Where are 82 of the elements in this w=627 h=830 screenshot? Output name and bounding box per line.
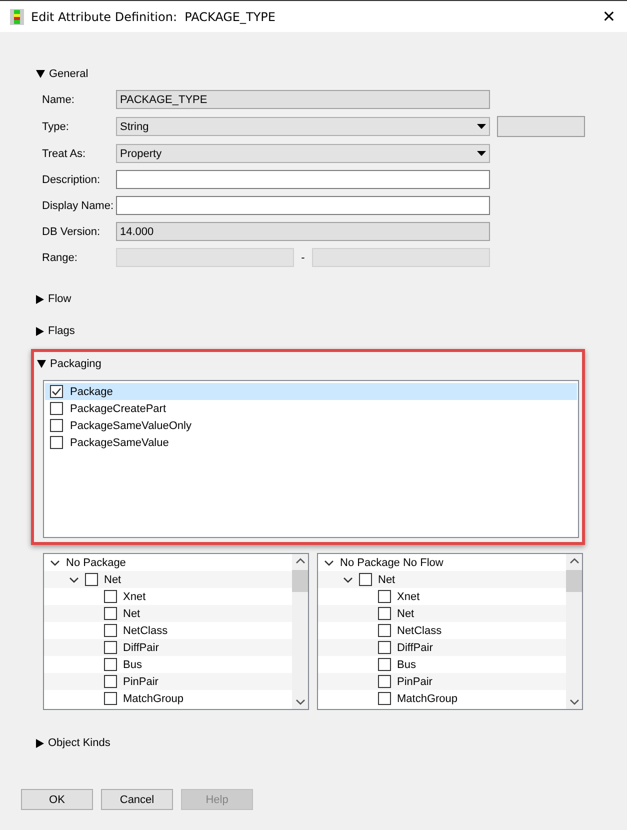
checkbox[interactable]: [104, 675, 117, 688]
collapse-chevron-icon[interactable]: [69, 576, 79, 582]
tree-item[interactable]: Xnet: [123, 590, 146, 602]
checkbox[interactable]: [378, 624, 391, 637]
field-label: Display Name:: [42, 200, 115, 212]
tree-item[interactable]: NetClass: [397, 624, 442, 636]
tree-item[interactable]: MatchGroup: [123, 692, 184, 704]
tree-item[interactable]: DiffPair: [123, 642, 159, 654]
dialog-button[interactable]: Cancel: [101, 789, 173, 810]
expand-arrow-icon[interactable]: [36, 294, 44, 304]
checkbox[interactable]: [104, 624, 117, 637]
input-field[interactable]: [116, 170, 490, 189]
checkbox[interactable]: [50, 419, 63, 432]
checkbox[interactable]: [378, 641, 391, 654]
tree-item[interactable]: Net: [104, 574, 122, 586]
tree-item[interactable]: No Package: [66, 556, 126, 568]
dropdown-arrow-icon: [477, 124, 486, 129]
checkbox[interactable]: [378, 607, 391, 620]
dropdown-arrow-icon: [477, 151, 486, 156]
list-item[interactable]: PackageSameValueOnly: [45, 417, 577, 434]
section-header[interactable]: Object Kinds: [48, 737, 110, 749]
scrollbar-thumb[interactable]: [566, 570, 582, 592]
collapse-chevron-icon[interactable]: [324, 560, 334, 566]
scrollbar[interactable]: [292, 554, 308, 709]
checkbox[interactable]: [50, 436, 63, 449]
tree-item[interactable]: Bus: [123, 658, 142, 670]
list-item[interactable]: PackageCreatePart: [45, 400, 577, 417]
checkbox[interactable]: [104, 590, 117, 603]
expand-arrow-icon[interactable]: [36, 738, 44, 748]
field-label: Name:: [42, 94, 76, 106]
field-label: Treat As:: [42, 148, 87, 160]
tree-item[interactable]: Net: [397, 608, 414, 620]
text-field[interactable]: PACKAGE_TYPE: [116, 90, 490, 109]
field-label: Type:: [42, 120, 70, 132]
checkbox[interactable]: [359, 573, 372, 586]
range-separator: -: [300, 252, 306, 264]
dialog-button[interactable]: OK: [21, 789, 93, 810]
section-header[interactable]: Packaging: [50, 358, 102, 370]
collapse-arrow-icon[interactable]: [36, 70, 45, 78]
tree-item[interactable]: Xnet: [397, 590, 420, 602]
checkbox[interactable]: [50, 402, 63, 415]
checkbox[interactable]: [378, 590, 391, 603]
field-label: Range:: [42, 252, 78, 264]
checkbox[interactable]: [104, 641, 117, 654]
field-label: DB Version:: [42, 226, 102, 238]
tree-item[interactable]: DiffPair: [397, 642, 433, 654]
checkbox[interactable]: [378, 658, 391, 671]
tree-item[interactable]: Net: [378, 574, 396, 586]
dropdown[interactable]: Property: [116, 144, 490, 163]
input-field[interactable]: [116, 196, 490, 215]
tree-item[interactable]: PinPair: [123, 676, 158, 688]
tree-item[interactable]: MatchGroup: [397, 692, 458, 704]
window-title: Edit Attribute Definition: PACKAGE_TYPE: [31, 10, 276, 24]
checkbox[interactable]: [378, 675, 391, 688]
dropdown[interactable]: String: [116, 117, 490, 136]
scrollbar[interactable]: [566, 554, 582, 709]
scrollbar-thumb[interactable]: [292, 570, 308, 592]
checkbox[interactable]: [104, 607, 117, 620]
tree-item[interactable]: NetClass: [123, 624, 168, 636]
list-item[interactable]: PackageSameValue: [45, 434, 577, 451]
input-field[interactable]: [497, 116, 585, 137]
tree-item[interactable]: Bus: [397, 658, 416, 670]
section-header[interactable]: General: [49, 68, 88, 80]
tree-item[interactable]: No Package No Flow: [340, 556, 444, 568]
section-header[interactable]: Flow: [48, 293, 72, 305]
list-item[interactable]: Package: [45, 383, 577, 400]
checkbox[interactable]: [104, 692, 117, 705]
checkbox[interactable]: [104, 658, 117, 671]
app-icon: [10, 8, 24, 24]
checkbox[interactable]: [378, 692, 391, 705]
field-label: Description:: [42, 174, 102, 186]
collapse-chevron-icon[interactable]: [50, 560, 60, 566]
collapse-arrow-icon[interactable]: [37, 360, 46, 368]
section-header[interactable]: Flags: [48, 325, 75, 337]
checkbox[interactable]: [85, 573, 98, 586]
tree-item[interactable]: PinPair: [397, 676, 432, 688]
checkbox[interactable]: [50, 385, 63, 398]
tree-item[interactable]: Net: [123, 608, 140, 620]
close-button[interactable]: ✕: [594, 7, 624, 26]
expand-arrow-icon[interactable]: [36, 326, 44, 336]
text-field[interactable]: 14.000: [116, 222, 490, 241]
collapse-chevron-icon[interactable]: [343, 576, 353, 582]
